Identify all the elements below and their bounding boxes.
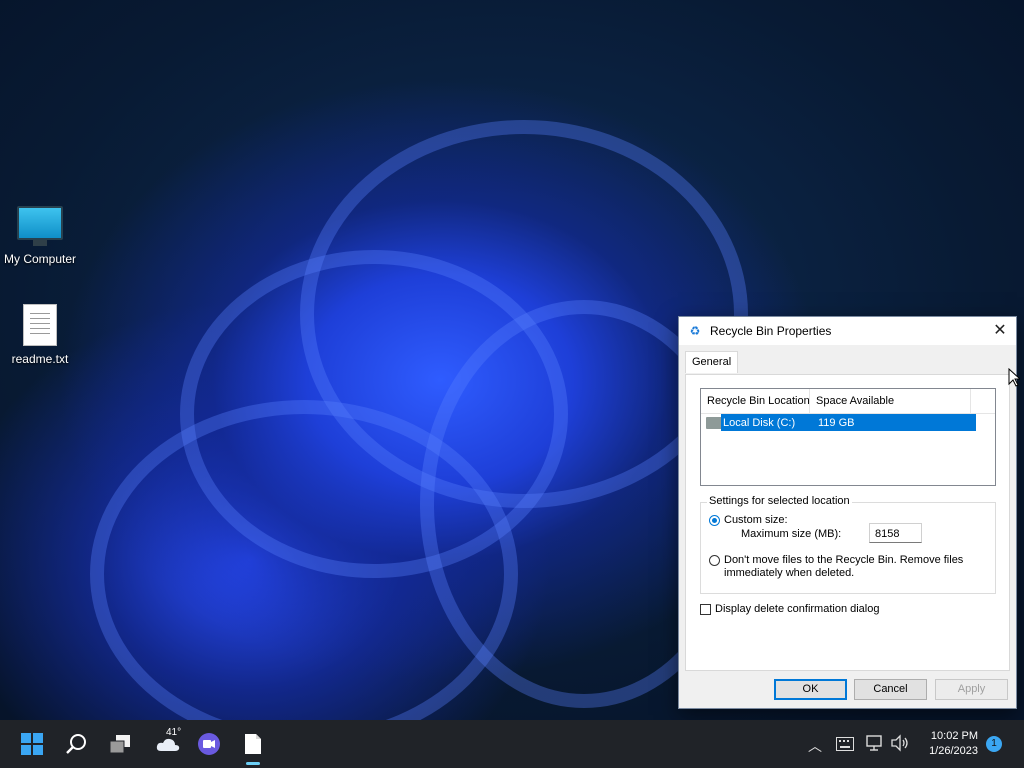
monitor-icon	[17, 206, 63, 246]
desktop-icon-label: My Computer	[3, 252, 77, 266]
location-cell: Local Disk (C:)	[723, 416, 796, 429]
drive-folder-icon	[706, 417, 722, 429]
column-header-space[interactable]: Space Available	[810, 389, 971, 413]
windows-logo-icon	[21, 733, 43, 755]
cancel-button[interactable]: Cancel	[854, 679, 927, 700]
chat-button[interactable]	[195, 730, 223, 758]
tab-panel-general: Recycle Bin Location Space Available Loc…	[685, 374, 1010, 671]
volume-icon[interactable]	[890, 734, 910, 752]
apply-button[interactable]: Apply	[935, 679, 1008, 700]
list-item[interactable]: Local Disk (C:) 119 GB	[721, 414, 976, 431]
widgets-button[interactable]: 41°	[150, 727, 186, 758]
notification-badge[interactable]: 1	[986, 736, 1002, 752]
network-icon[interactable]	[866, 734, 884, 752]
active-app-indicator	[246, 762, 260, 765]
recycle-bin-properties-dialog: ♻ Recycle Bin Properties ✕ General Recyc…	[678, 316, 1017, 709]
mouse-cursor-icon	[1008, 368, 1020, 387]
custom-size-radio[interactable]	[709, 515, 720, 526]
text-file-icon	[23, 304, 57, 346]
clock[interactable]: 10:02 PM 1/26/2023	[929, 729, 978, 759]
custom-size-label[interactable]: Custom size:	[724, 514, 788, 526]
confirm-delete-label[interactable]: Display delete confirmation dialog	[715, 603, 879, 615]
column-header-location[interactable]: Recycle Bin Location	[701, 389, 810, 413]
notepad-taskbar-button[interactable]	[239, 730, 267, 758]
task-view-button[interactable]	[106, 730, 134, 758]
clock-date: 1/26/2023	[929, 745, 978, 757]
recycle-bin-icon: ♻	[689, 324, 701, 338]
ok-button[interactable]: OK	[774, 679, 847, 700]
location-list[interactable]: Recycle Bin Location Space Available Loc…	[700, 388, 996, 486]
desktop-icon-label: readme.txt	[11, 352, 69, 366]
start-button[interactable]	[18, 730, 46, 758]
weather-temp: 41°	[166, 727, 182, 738]
show-hidden-icons-chevron-icon[interactable]: ︿	[808, 736, 822, 756]
search-icon	[66, 734, 86, 754]
dialog-title: Recycle Bin Properties	[710, 324, 832, 338]
max-size-input[interactable]: 8158	[869, 523, 922, 543]
dont-move-label-cont[interactable]: immediately when deleted.	[724, 567, 854, 579]
clock-time: 10:02 PM	[930, 730, 978, 742]
text-file-icon	[245, 734, 261, 754]
task-view-icon	[109, 735, 130, 754]
desktop-icon-readme[interactable]: readme.txt	[0, 304, 80, 366]
tab-strip: General	[685, 351, 739, 373]
close-button[interactable]: ✕	[984, 317, 1016, 345]
dont-move-radio[interactable]	[709, 555, 720, 566]
settings-group-label: Settings for selected location	[707, 495, 852, 507]
tab-general[interactable]: General	[685, 351, 739, 373]
keyboard-icon[interactable]	[836, 737, 854, 751]
space-cell: 119 GB	[818, 416, 855, 429]
search-button[interactable]	[62, 730, 90, 758]
dont-move-label[interactable]: Don't move files to the Recycle Bin. Rem…	[724, 554, 963, 566]
list-header: Recycle Bin Location Space Available	[701, 389, 995, 414]
dialog-titlebar[interactable]: ♻ Recycle Bin Properties ✕	[679, 317, 1016, 345]
desktop-icon-my-computer[interactable]: My Computer	[0, 206, 80, 266]
chat-video-icon	[198, 733, 220, 755]
settings-group: Settings for selected location Custom si…	[700, 495, 996, 594]
confirm-delete-checkbox[interactable]	[700, 604, 711, 615]
max-size-label: Maximum size (MB):	[741, 528, 842, 540]
taskbar: 41° ︿ 10:02 PM 1/26/2023 1	[0, 720, 1024, 768]
